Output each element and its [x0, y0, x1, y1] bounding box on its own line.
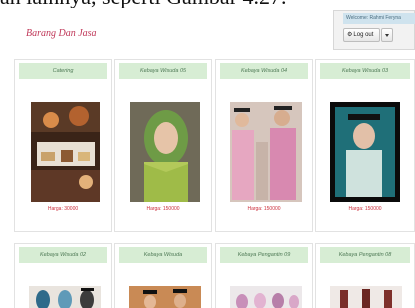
- logout-button[interactable]: ⚙Log out: [343, 28, 380, 42]
- product-price: Harga: 30000: [47, 206, 79, 212]
- product-card-kebaya-wisuda[interactable]: Kebaya Wisuda: [114, 243, 212, 308]
- product-card-kebaya-wisuda-03[interactable]: Kebaya Wisuda 03 Harga: 150000: [315, 59, 415, 232]
- product-image-kebaya-wisuda-04[interactable]: [230, 102, 302, 202]
- product-image-kebaya-wisuda[interactable]: [129, 286, 201, 308]
- product-name: Kebaya Wisuda 05: [119, 63, 207, 79]
- product-name: Kebaya Wisuda 03: [320, 63, 410, 79]
- product-price: Harga: 150000: [247, 206, 281, 212]
- page-title: Barang Dan Jasa: [26, 28, 97, 39]
- product-price: Harga: 150000: [146, 206, 180, 212]
- product-image-catering[interactable]: [31, 102, 100, 202]
- caret-down-icon: [385, 34, 389, 37]
- product-image-kebaya-wisuda-03[interactable]: [330, 102, 400, 202]
- product-name: Kebaya Pengantin 08: [320, 247, 410, 263]
- product-card-kebaya-wisuda-02[interactable]: Kebaya Wisuda 02: [14, 243, 112, 308]
- welcome-text: Welcome: Rahmi Feryna: [343, 13, 415, 24]
- background-document-text: an lainnya, seperti Gambar 4.27.: [0, 0, 415, 8]
- gear-icon: ⚙: [347, 32, 353, 38]
- user-menu-dropdown-button[interactable]: [381, 28, 393, 42]
- product-card-kebaya-pengantin-09[interactable]: Kebaya Pengantin 09: [215, 243, 313, 308]
- product-image-kebaya-wisuda-05[interactable]: [130, 102, 200, 202]
- product-card-kebaya-wisuda-04[interactable]: Kebaya Wisuda 04 Harga: 150000: [215, 59, 313, 232]
- product-card-kebaya-pengantin-08[interactable]: Kebaya Pengantin 08: [315, 243, 415, 308]
- product-image-kebaya-wisuda-02[interactable]: [29, 286, 101, 308]
- product-image-kebaya-pengantin-09[interactable]: [230, 286, 302, 308]
- product-card-catering[interactable]: Catering Harga: 30000: [14, 59, 112, 232]
- logout-label: Log out: [353, 32, 374, 38]
- product-name: Kebaya Pengantin 09: [220, 247, 308, 263]
- product-price: Harga: 150000: [348, 206, 382, 212]
- product-name: Kebaya Wisuda 04: [220, 63, 308, 79]
- product-image-kebaya-pengantin-08[interactable]: [330, 286, 402, 308]
- product-card-kebaya-wisuda-05[interactable]: Kebaya Wisuda 05 Harga: 150000: [114, 59, 212, 232]
- product-name: Kebaya Wisuda 02: [19, 247, 107, 263]
- product-name: Catering: [19, 63, 107, 79]
- product-name: Kebaya Wisuda: [119, 247, 207, 263]
